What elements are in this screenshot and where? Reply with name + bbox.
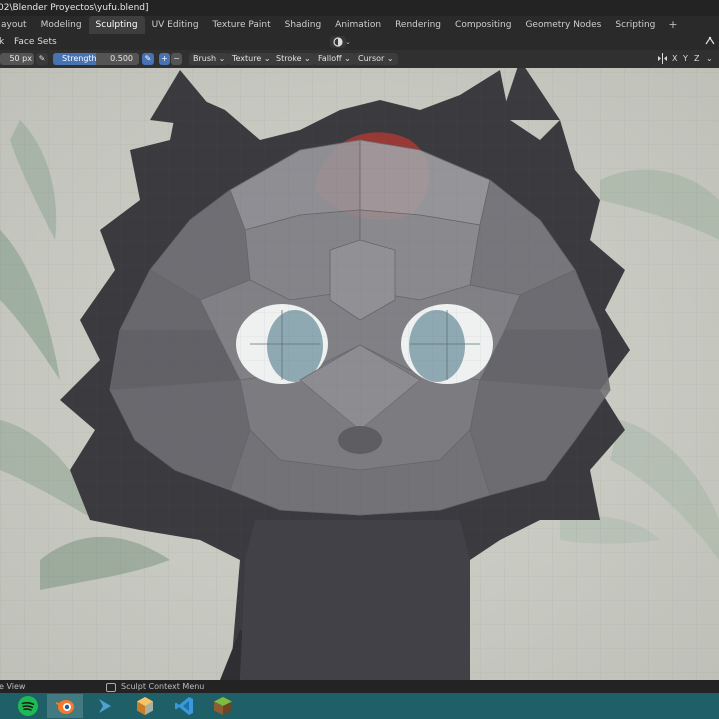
mirror-icon[interactable]: [657, 53, 668, 68]
tab-modeling[interactable]: Modeling: [34, 16, 89, 34]
tab-layout[interactable]: ayout: [0, 16, 34, 34]
direction-add-button[interactable]: +: [159, 53, 170, 65]
mirror-x-toggle[interactable]: X: [672, 53, 677, 65]
texture-dropdown-label: Texture: [232, 54, 262, 63]
menu-face-sets[interactable]: Face Sets: [14, 34, 57, 50]
mirror-z-toggle[interactable]: Z: [694, 53, 699, 65]
brush-dropdown[interactable]: Brush ⌄: [189, 53, 230, 65]
chevron-down-icon[interactable]: ⌄: [345, 34, 351, 50]
3d-viewport[interactable]: [0, 68, 719, 680]
pressure-strength-icon[interactable]: ✎: [142, 53, 154, 65]
brush-dropdown-label: Brush: [193, 54, 217, 63]
falloff-dropdown[interactable]: Falloff ⌄: [314, 53, 355, 65]
chevron-down-icon[interactable]: ⌄: [706, 53, 713, 65]
add-workspace-button[interactable]: +: [662, 16, 683, 34]
window-titlebar: 02\Blender Proyectos\yufu.blend]: [0, 0, 719, 16]
editor-menubar: k Face Sets ⌄: [0, 34, 719, 50]
window-title: 02\Blender Proyectos\yufu.blend]: [0, 3, 149, 13]
cursor-dropdown-label: Cursor: [358, 54, 385, 63]
falloff-dropdown-label: Falloff: [318, 54, 342, 63]
tab-scripting[interactable]: Scripting: [608, 16, 662, 34]
tab-texture-paint[interactable]: Texture Paint: [206, 16, 278, 34]
tab-geometry-nodes[interactable]: Geometry Nodes: [518, 16, 608, 34]
overlay-icon: [333, 37, 343, 47]
mouse-icon: [106, 683, 116, 692]
pressure-radius-icon[interactable]: ✎: [36, 53, 48, 65]
chevron-down-icon: ⌄: [218, 54, 226, 63]
stroke-dropdown[interactable]: Stroke ⌄: [272, 53, 315, 65]
radius-field[interactable]: 50 px: [0, 53, 34, 65]
sculpt-canvas[interactable]: [0, 68, 719, 680]
direction-subtract-button[interactable]: −: [171, 53, 182, 65]
strength-slider[interactable]: Strength 0.500: [53, 53, 139, 65]
workspace-tabs: ayout Modeling Sculpting UV Editing Text…: [0, 16, 719, 34]
tab-sculpting[interactable]: Sculpting: [88, 16, 145, 34]
tab-rendering[interactable]: Rendering: [388, 16, 448, 34]
cube-app-icon[interactable]: [127, 694, 163, 718]
chevron-down-icon: ⌄: [386, 54, 394, 63]
status-bar: e View Sculpt Context Menu: [0, 680, 719, 693]
chevron-down-icon: ⌄: [263, 54, 271, 63]
cursor-dropdown[interactable]: Cursor ⌄: [354, 53, 398, 65]
chevron-down-icon: ⌄: [304, 54, 311, 63]
terminal-arrow-icon[interactable]: [87, 694, 123, 718]
sculpt-context-menu-label: Sculpt Context Menu: [121, 682, 205, 691]
tab-shading[interactable]: Shading: [278, 16, 329, 34]
viewport-shading-toggle[interactable]: [330, 36, 346, 48]
os-taskbar: [0, 693, 719, 719]
vscode-icon[interactable]: [166, 694, 202, 718]
strength-label: Strength: [62, 54, 97, 63]
status-left-label: e View: [0, 682, 26, 691]
tab-compositing[interactable]: Compositing: [448, 16, 518, 34]
tab-uv-editing[interactable]: UV Editing: [145, 16, 206, 34]
blender-icon[interactable]: [47, 694, 83, 718]
tab-animation[interactable]: Animation: [328, 16, 388, 34]
spotify-icon[interactable]: [10, 694, 46, 718]
stroke-dropdown-label: Stroke: [276, 54, 302, 63]
minecraft-icon[interactable]: [205, 694, 241, 718]
mirror-y-toggle[interactable]: Y: [683, 53, 688, 65]
viewport-grid: [0, 68, 719, 680]
sculpt-tool-header: 50 px ✎ Strength 0.500 ✎ + − Brush ⌄ Tex…: [0, 50, 719, 68]
chevron-down-icon: ⌄: [344, 54, 351, 63]
texture-dropdown[interactable]: Texture ⌄: [228, 53, 275, 65]
strength-value: 0.500: [110, 54, 133, 63]
menu-mask[interactable]: k: [0, 34, 4, 50]
